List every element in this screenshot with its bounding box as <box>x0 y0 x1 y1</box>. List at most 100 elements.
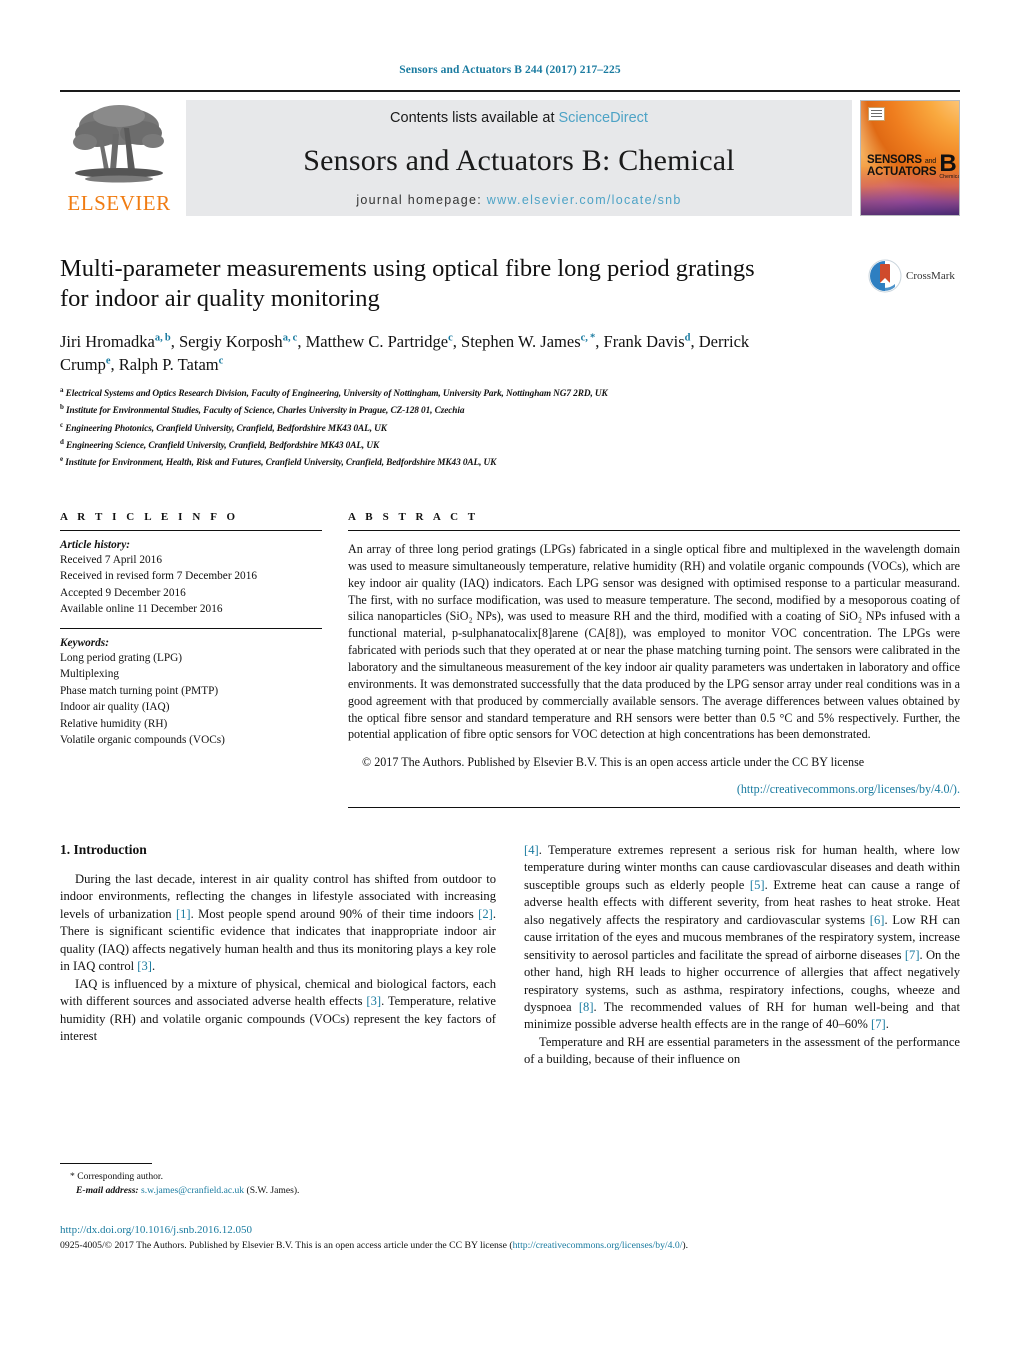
homepage-prefix: journal homepage: <box>356 193 487 207</box>
citation-ref[interactable]: [1] <box>176 907 191 921</box>
abstract-column: A B S T R A C T An array of three long p… <box>348 510 960 809</box>
body-column-left: 1. Introduction During the last decade, … <box>60 842 496 1069</box>
affiliation-text: Electrical Systems and Optics Research D… <box>65 389 608 400</box>
journal-banner: Contents lists available at ScienceDirec… <box>186 100 852 216</box>
keyword-item: Multiplexing <box>60 668 119 681</box>
cover-line-sensors: SENSORS <box>867 154 922 167</box>
info-abstract-section: A R T I C L E I N F O Article history: R… <box>60 510 960 809</box>
article-body: 1. Introduction During the last decade, … <box>60 842 960 1069</box>
issn-text: 0925-4005/© 2017 The Authors. Published … <box>60 1239 513 1251</box>
email-line: E-mail address: s.w.james@cranfield.ac.u… <box>60 1184 494 1198</box>
elsevier-logo: ELSEVIER <box>60 100 178 216</box>
article-history-group: Article history: Received 7 April 2016 R… <box>60 531 322 628</box>
keywords-group: Keywords: Long period grating (LPG) Mult… <box>60 629 322 759</box>
corresponding-author-footnote: * Corresponding author. E-mail address: … <box>60 1163 494 1199</box>
journal-homepage-line: journal homepage: www.elsevier.com/locat… <box>356 193 681 207</box>
affiliation-list: a Electrical Systems and Optics Research… <box>60 385 960 471</box>
abstract-body: An array of three long period gratings (… <box>348 541 960 742</box>
running-head: Sensors and Actuators B 244 (2017) 217–2… <box>399 64 621 76</box>
affiliation-item: a Electrical Systems and Optics Research… <box>60 385 960 402</box>
cover-elsevier-mark-icon <box>868 107 885 121</box>
affiliation-item: e Institute for Environment, Health, Ris… <box>60 454 960 471</box>
page-title: Multi-parameter measurements using optic… <box>60 255 755 313</box>
cover-title-lines: SENSORS and ACTUATORS <box>867 154 937 179</box>
history-item: Received 7 April 2016 <box>60 553 162 566</box>
citation-ref[interactable]: [4] <box>524 843 539 857</box>
elsevier-wordmark: ELSEVIER <box>67 191 171 215</box>
citation-ref[interactable]: [7] <box>871 1017 886 1031</box>
doi-link[interactable]: http://dx.doi.org/10.1016/j.snb.2016.12.… <box>60 1222 960 1239</box>
article-history-label: Article history: <box>60 538 130 551</box>
crossmark-badge[interactable]: CrossMark <box>868 250 960 302</box>
elsevier-tree-icon <box>73 105 164 183</box>
footnote-rule <box>60 1163 152 1164</box>
sciencedirect-link[interactable]: ScienceDirect <box>559 110 648 126</box>
email-link[interactable]: s.w.james@cranfield.ac.uk <box>141 1185 244 1196</box>
article-info-heading: A R T I C L E I N F O <box>60 510 239 523</box>
affiliation-text: Institute for Environmental Studies, Fac… <box>66 406 465 417</box>
citation-ref[interactable]: [2] <box>478 907 493 921</box>
affiliation-item: d Engineering Science, Cranfield Univers… <box>60 437 960 454</box>
body-column-right: [4]. Temperature extremes represent a se… <box>524 842 960 1069</box>
journal-cover-image: SENSORS and ACTUATORS B Chemical <box>860 100 960 216</box>
keyword-item: Relative humidity (RH) <box>60 717 168 730</box>
journal-title: Sensors and Actuators B: Chemical <box>303 143 735 177</box>
citation-ref[interactable]: [3] <box>366 994 381 1008</box>
affiliation-marker: c <box>60 420 64 429</box>
issn-copyright-line: 0925-4005/© 2017 The Authors. Published … <box>60 1239 960 1254</box>
affiliation-item: b Institute for Environmental Studies, F… <box>60 402 960 419</box>
citation-ref[interactable]: [6] <box>870 913 885 927</box>
cover-line-and: and <box>924 158 936 166</box>
journal-masthead: ELSEVIER Contents lists available at Sci… <box>60 90 960 216</box>
email-label: E-mail address: <box>76 1185 139 1197</box>
cover-letter-sub: Chemical <box>939 174 960 181</box>
abstract-copyright: © 2017 The Authors. Published by Elsevie… <box>362 755 865 770</box>
abstract-rule-bottom <box>348 807 960 809</box>
cover-letter-b: B Chemical <box>939 152 960 181</box>
keyword-item: Phase match turning point (PMTP) <box>60 684 219 697</box>
history-item: Accepted 9 December 2016 <box>60 586 186 599</box>
crossmark-label: CrossMark <box>906 270 955 282</box>
affiliation-item: c Engineering Photonics, Cranfield Unive… <box>60 420 960 437</box>
keyword-item: Volatile organic compounds (VOCs) <box>60 734 225 747</box>
affiliation-text: Engineering Science, Cranfield Universit… <box>66 440 380 451</box>
abstract-heading: A B S T R A C T <box>348 510 479 523</box>
issn-tail: ). <box>682 1239 689 1251</box>
footer-license-link[interactable]: http://creativecommons.org/licenses/by/4… <box>513 1240 683 1251</box>
cover-title-block: SENSORS and ACTUATORS B Chemical <box>867 152 959 179</box>
intro-paragraph: Temperature and RH are essential paramet… <box>524 1034 960 1067</box>
contents-line: Contents lists available at ScienceDirec… <box>390 110 648 126</box>
intro-paragraph: IAQ is influenced by a mixture of physic… <box>60 976 497 1043</box>
affiliation-marker: e <box>60 454 64 463</box>
crossmark-icon <box>868 259 902 293</box>
history-item: Received in revised form 7 December 2016 <box>60 570 257 583</box>
email-suffix: (S.W. James). <box>246 1185 300 1197</box>
corresponding-author-line: * Corresponding author. <box>70 1171 163 1182</box>
keyword-item: Indoor air quality (IAQ) <box>60 701 170 714</box>
intro-paragraph: During the last decade, interest in air … <box>60 872 496 974</box>
journal-article-page: Sensors and Actuators B 244 (2017) 217–2… <box>0 0 1020 1351</box>
journal-homepage-link[interactable]: www.elsevier.com/locate/snb <box>487 193 682 207</box>
page-footer: http://dx.doi.org/10.1016/j.snb.2016.12.… <box>60 1222 960 1253</box>
affiliation-marker: a <box>60 386 64 395</box>
affiliation-text: Institute for Environment, Health, Risk … <box>65 457 497 468</box>
citation-ref[interactable]: [5] <box>750 878 765 892</box>
keyword-item: Long period grating (LPG) <box>60 651 183 664</box>
cover-line-actuators: ACTUATORS <box>867 166 937 179</box>
article-title-block: Multi-parameter measurements using optic… <box>60 254 960 471</box>
citation-ref[interactable]: [7] <box>905 948 920 962</box>
affiliation-text: Engineering Photonics, Cranfield Univers… <box>65 423 387 434</box>
citation-ref[interactable]: [8] <box>579 1000 594 1014</box>
author-list: Jiri Hromadkaa, b, Sergiy Korposha, c, M… <box>60 331 750 374</box>
keywords-label: Keywords: <box>60 636 109 649</box>
affiliation-marker: b <box>60 403 64 412</box>
intro-paragraph: [4]. Temperature extremes represent a se… <box>524 843 961 1032</box>
history-item: Available online 11 December 2016 <box>60 603 223 616</box>
license-link[interactable]: (http://creativecommons.org/licenses/by/… <box>737 782 960 796</box>
contents-prefix: Contents lists available at <box>390 110 559 126</box>
abstract-license-line: (http://creativecommons.org/licenses/by/… <box>348 771 960 798</box>
affiliation-marker: d <box>60 437 64 446</box>
section-heading-introduction: 1. Introduction <box>60 842 147 858</box>
citation-ref[interactable]: [3] <box>137 959 152 973</box>
article-info-column: A R T I C L E I N F O Article history: R… <box>60 511 322 808</box>
